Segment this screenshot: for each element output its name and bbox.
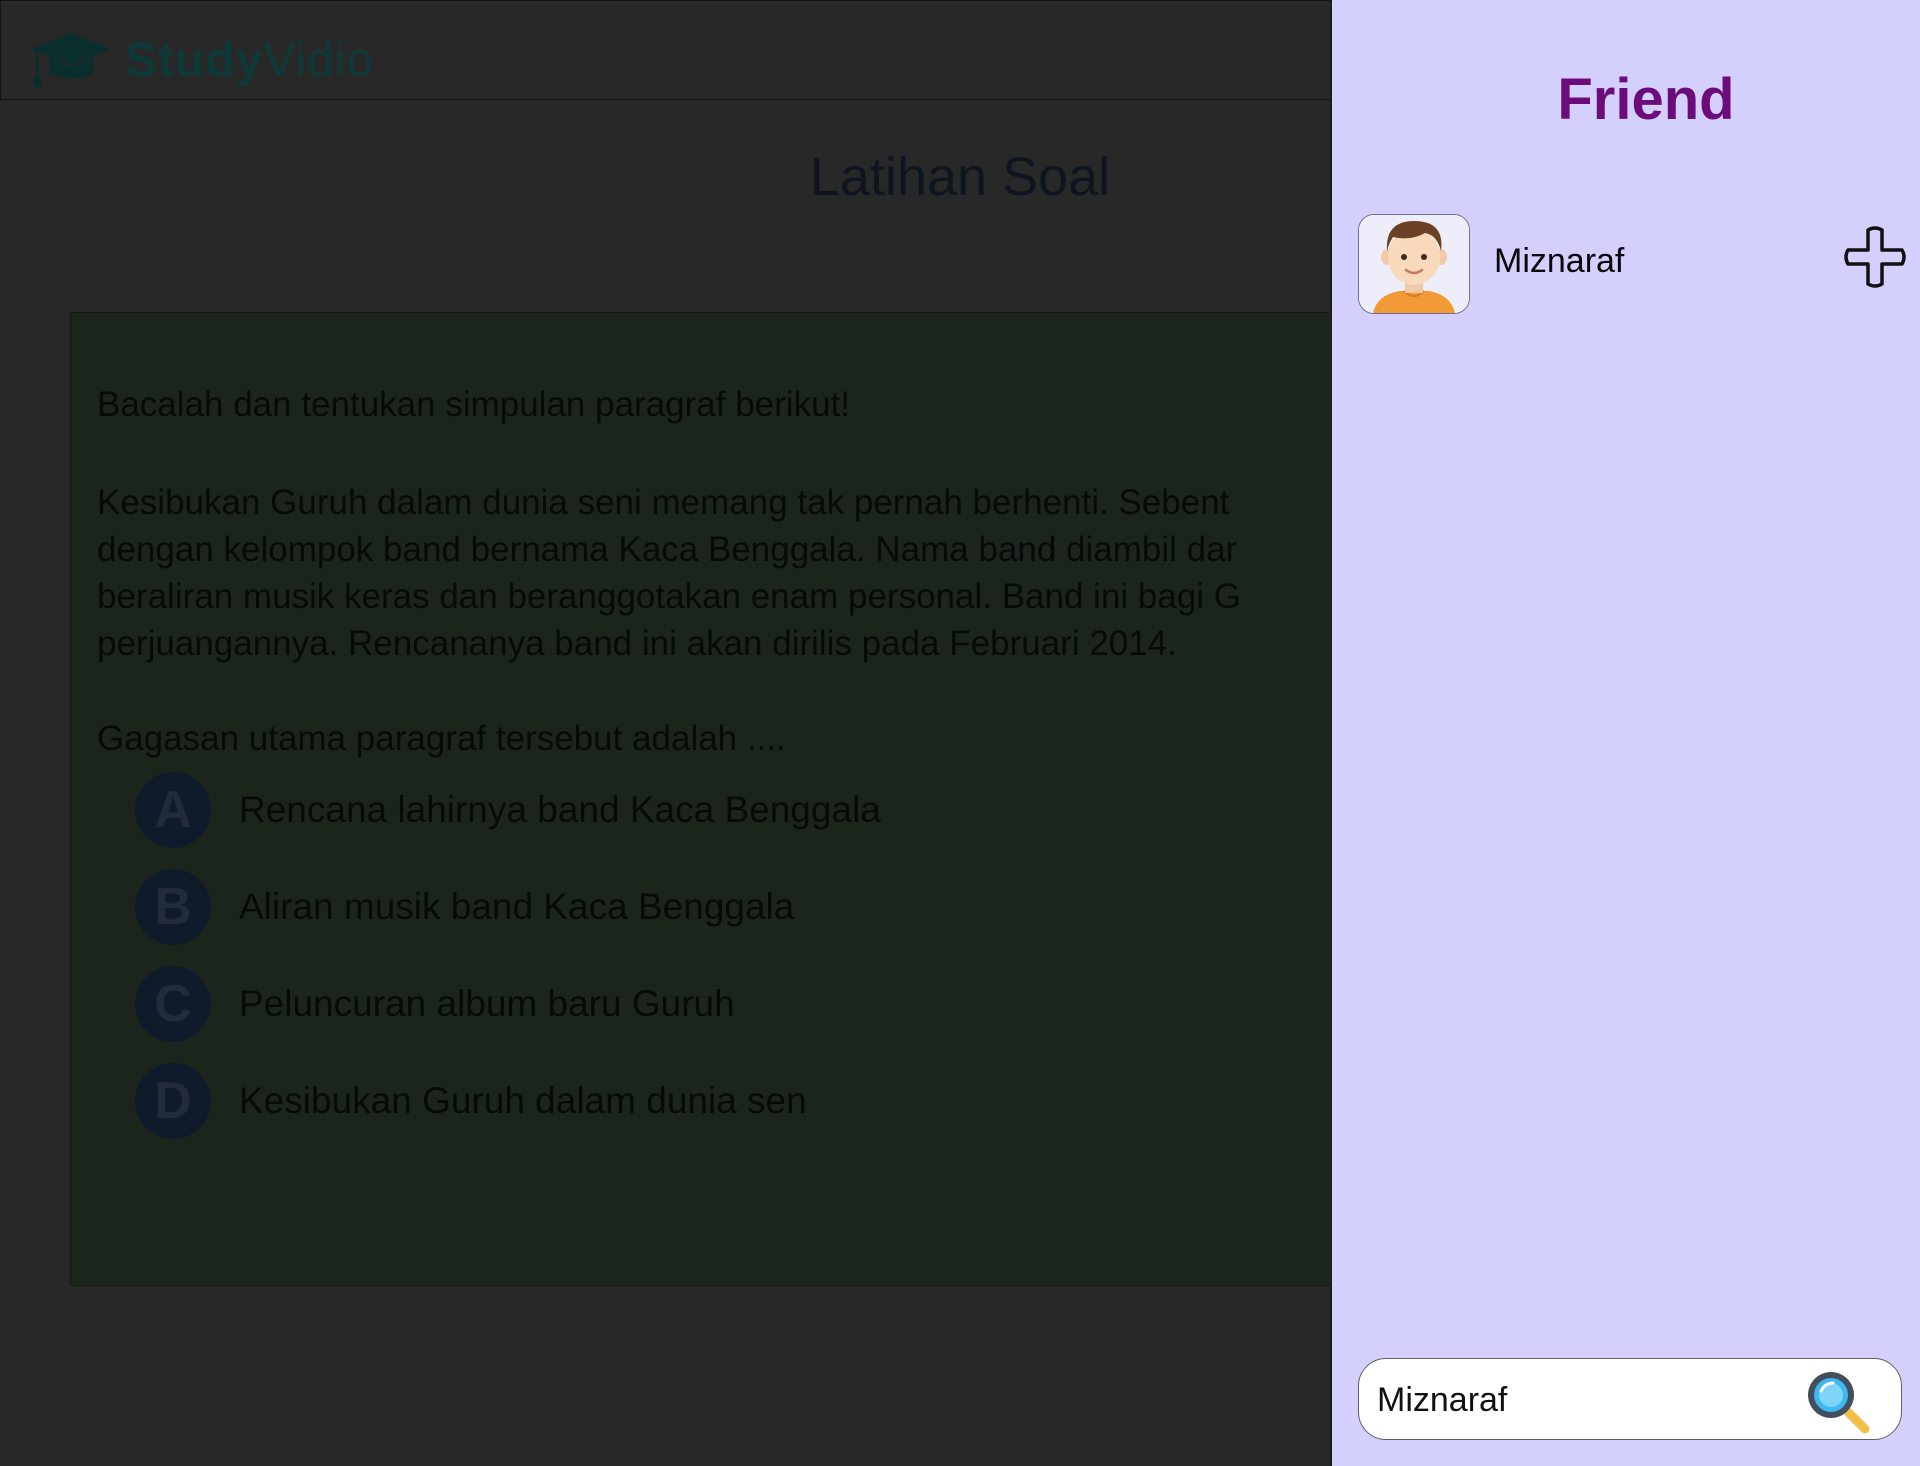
quiz-card: Bacalah dan tentukan simpulan paragraf b… — [70, 312, 1370, 1286]
answer-option-d[interactable]: D Kesibukan Guruh dalam dunia sen — [135, 1062, 807, 1140]
option-letter-badge: B — [135, 869, 211, 945]
answer-option-b[interactable]: B Aliran musik band Kaca Benggala — [135, 868, 794, 946]
answer-option-c[interactable]: C Peluncuran album baru Guruh — [135, 965, 735, 1043]
option-text: Peluncuran album baru Guruh — [239, 983, 735, 1024]
option-text: Rencana lahirnya band Kaca Benggala — [239, 789, 881, 830]
graduation-cap-icon — [31, 33, 111, 87]
friend-search-box — [1358, 1358, 1902, 1440]
question-passage: Kesibukan Guruh dalam dunia seni memang … — [97, 479, 1497, 667]
friend-search-result: Miznaraf — [1358, 214, 1906, 314]
search-button[interactable] — [1803, 1367, 1871, 1435]
friend-panel-title: Friend — [1557, 67, 1735, 132]
studyvidio-logo[interactable]: StudyVidio — [27, 29, 374, 91]
page-title: Latihan Soal — [809, 147, 1111, 207]
friend-search-input[interactable] — [1375, 1373, 1799, 1427]
magnifier-icon — [1808, 1372, 1870, 1434]
plus-icon — [1844, 226, 1906, 288]
option-letter-badge: A — [135, 772, 211, 848]
friend-panel: Friend Miznaraf Miznaraf — [1330, 0, 1920, 1466]
option-text: Aliran musik band Kaca Benggala — [239, 886, 795, 927]
passage-line: dengan kelompok band bernama Kaca Bengga… — [97, 530, 1238, 569]
option-letter-badge: D — [135, 1063, 211, 1139]
logo-text: StudyVidio — [125, 33, 375, 87]
option-text: Kesibukan Guruh dalam dunia sen — [239, 1080, 807, 1121]
add-friend-button[interactable] — [1844, 226, 1906, 288]
passage-line: beraliran musik keras dan beranggotakan … — [97, 577, 1242, 616]
answer-option-a[interactable]: A Rencana lahirnya band Kaca Benggala — [135, 771, 881, 849]
passage-line: perjuangannya. Rencananya band ini akan … — [97, 624, 1177, 663]
passage-line: Kesibukan Guruh dalam dunia seni memang … — [97, 483, 1230, 522]
question-prompt: Gagasan utama paragraf tersebut adalah .… — [97, 719, 786, 758]
question-instruction: Bacalah dan tentukan simpulan paragraf b… — [97, 385, 850, 424]
boy-avatar — [1358, 214, 1470, 314]
friend-name: Miznaraf — [1494, 242, 1625, 280]
option-letter-badge: C — [135, 966, 211, 1042]
